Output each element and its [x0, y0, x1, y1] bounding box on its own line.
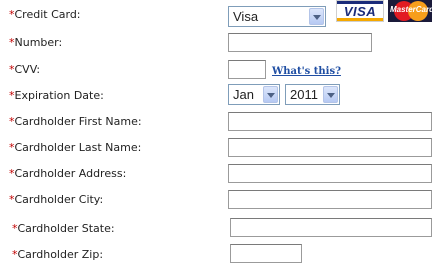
- chevron-down-icon[interactable]: [323, 86, 338, 103]
- last-name-label: *Cardholder Last Name:: [9, 141, 142, 154]
- exp-month-select[interactable]: Jan: [228, 84, 280, 105]
- city-input[interactable]: [228, 190, 432, 209]
- expiration-date-label: *Expiration Date:: [9, 89, 104, 102]
- chevron-down-icon[interactable]: [309, 8, 324, 25]
- cvv-label: *CVV:: [9, 63, 41, 76]
- address-label: *Cardholder Address:: [9, 167, 127, 180]
- zip-label: *Cardholder Zip:: [12, 248, 104, 261]
- mastercard-logo-text: MasterCard: [389, 5, 432, 14]
- cvv-input[interactable]: [228, 60, 266, 79]
- address-input[interactable]: [228, 164, 432, 183]
- card-type-select[interactable]: Visa: [228, 6, 326, 27]
- mastercard-logo: MasterCard: [388, 0, 432, 22]
- card-number-input[interactable]: [228, 33, 372, 52]
- card-type-value: Visa: [233, 9, 259, 24]
- whats-this-link[interactable]: What's this?: [272, 66, 341, 77]
- first-name-input[interactable]: [228, 112, 432, 131]
- visa-logo-text: VISA: [343, 4, 377, 19]
- state-label: *Cardholder State:: [12, 222, 115, 235]
- last-name-input[interactable]: [228, 138, 432, 157]
- number-label: *Number:: [9, 36, 63, 49]
- exp-year-value: 2011: [290, 87, 318, 102]
- city-label: *Cardholder City:: [9, 193, 104, 206]
- state-input[interactable]: [230, 218, 432, 237]
- credit-card-label: *Credit Card:: [9, 8, 81, 21]
- zip-input[interactable]: [230, 244, 302, 263]
- visa-logo: VISA: [336, 0, 384, 22]
- first-name-label: *Cardholder First Name:: [9, 115, 142, 128]
- exp-month-value: Jan: [233, 87, 254, 102]
- exp-year-select[interactable]: 2011: [285, 84, 340, 105]
- chevron-down-icon[interactable]: [263, 86, 278, 103]
